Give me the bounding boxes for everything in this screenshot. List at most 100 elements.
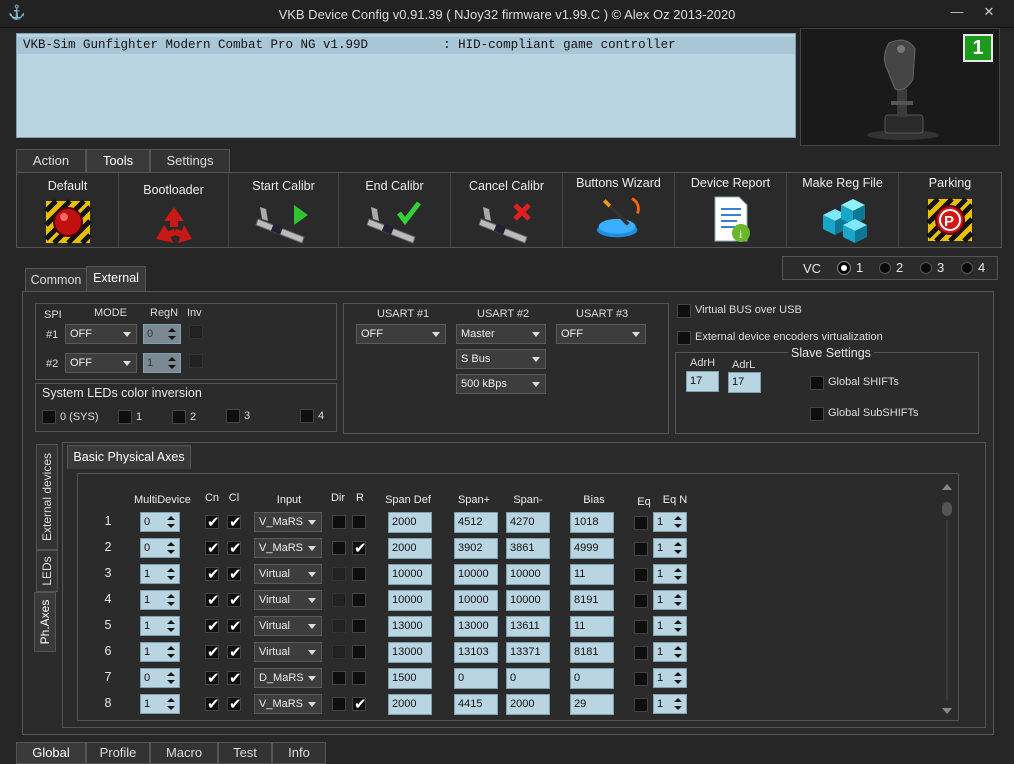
axis-multidevice-stepper[interactable]: 0 xyxy=(140,512,180,532)
spin-down-icon[interactable] xyxy=(168,365,176,369)
axis-multidevice-stepper[interactable]: 0 xyxy=(140,668,180,688)
tab-leds[interactable]: LEDs xyxy=(36,550,58,592)
spin-down-icon[interactable] xyxy=(674,602,682,606)
axis-span-minus-input[interactable]: 4270 xyxy=(506,512,550,533)
spin-down-icon[interactable] xyxy=(674,576,682,580)
axis-input-select[interactable]: V_MaRS xyxy=(254,694,322,714)
axis-span-plus-input[interactable]: 13103 xyxy=(454,642,498,663)
axis-eq-checkbox[interactable] xyxy=(634,594,648,608)
spin-down-icon[interactable] xyxy=(167,576,175,580)
axis-input-select[interactable]: V_MaRS xyxy=(254,538,322,558)
axis-cn-checkbox[interactable] xyxy=(205,539,220,557)
usart-3-select[interactable]: OFF xyxy=(556,324,646,344)
axis-cl-checkbox[interactable] xyxy=(227,513,242,531)
axis-input-select[interactable]: Virtual xyxy=(254,616,322,636)
spin-down-icon[interactable] xyxy=(167,628,175,632)
spin-up-icon[interactable] xyxy=(674,594,682,598)
axis-r-checkbox[interactable] xyxy=(352,619,366,633)
spin-up-icon[interactable] xyxy=(167,672,175,676)
axis-span-def-input[interactable]: 13000 xyxy=(388,642,432,663)
axis-input-select[interactable]: Virtual xyxy=(254,642,322,662)
adrl-input[interactable]: 17 xyxy=(728,372,761,393)
axis-eq-n-stepper[interactable]: 1 xyxy=(653,538,687,558)
axis-cl-checkbox[interactable] xyxy=(227,695,242,713)
tab-ph-axes[interactable]: Ph.Axes xyxy=(34,592,56,652)
axis-eq-n-stepper[interactable]: 1 xyxy=(653,616,687,636)
tab-external[interactable]: External xyxy=(86,266,146,291)
axis-cn-checkbox[interactable] xyxy=(205,617,220,635)
scroll-up-icon[interactable] xyxy=(942,484,952,490)
bootloader-button[interactable]: Bootloader xyxy=(119,173,229,247)
spin-down-icon[interactable] xyxy=(167,602,175,606)
minimize-button[interactable]: — xyxy=(942,2,972,24)
spin-up-icon[interactable] xyxy=(674,516,682,520)
axis-bias-input[interactable]: 4999 xyxy=(570,538,614,559)
axis-multidevice-stepper[interactable]: 1 xyxy=(140,642,180,662)
encoders-virtualization-checkbox[interactable] xyxy=(677,331,691,345)
axis-eq-n-stepper[interactable]: 1 xyxy=(653,668,687,688)
usart-2-select[interactable]: Master xyxy=(456,324,546,344)
axis-bias-input[interactable]: 11 xyxy=(570,616,614,637)
axis-bias-input[interactable]: 8181 xyxy=(570,642,614,663)
scroll-down-icon[interactable] xyxy=(942,708,952,714)
spin-up-icon[interactable] xyxy=(167,698,175,702)
axis-eq-checkbox[interactable] xyxy=(634,542,648,556)
usart-2-bus-select[interactable]: S Bus xyxy=(456,349,546,369)
tab-info[interactable]: Info xyxy=(272,742,326,764)
axis-dir-checkbox[interactable] xyxy=(332,619,346,633)
axis-span-minus-input[interactable]: 2000 xyxy=(506,694,550,715)
axis-span-plus-input[interactable]: 3902 xyxy=(454,538,498,559)
axis-eq-n-stepper[interactable]: 1 xyxy=(653,694,687,714)
tab-test[interactable]: Test xyxy=(218,742,272,764)
tab-settings[interactable]: Settings xyxy=(150,149,230,173)
axis-span-plus-input[interactable]: 10000 xyxy=(454,564,498,585)
spin-up-icon[interactable] xyxy=(168,357,176,361)
spin-down-icon[interactable] xyxy=(674,706,682,710)
tab-basic-physical-axes[interactable]: Basic Physical Axes xyxy=(67,445,191,469)
make-reg-file-button[interactable]: Make Reg File xyxy=(787,173,899,247)
spin-up-icon[interactable] xyxy=(674,620,682,624)
tab-external-devices[interactable]: External devices xyxy=(36,444,58,550)
spin-down-icon[interactable] xyxy=(167,680,175,684)
spin-up-icon[interactable] xyxy=(167,542,175,546)
spi-2-inv-checkbox[interactable] xyxy=(189,354,203,368)
spin-up-icon[interactable] xyxy=(167,594,175,598)
vc-radio-2[interactable] xyxy=(879,262,891,274)
axis-span-def-input[interactable]: 1500 xyxy=(388,668,432,689)
usart-2-baud-select[interactable]: 500 kBps xyxy=(456,374,546,394)
axis-r-checkbox[interactable] xyxy=(352,671,366,685)
vc-radio-4[interactable] xyxy=(961,262,973,274)
axis-eq-n-stepper[interactable]: 1 xyxy=(653,642,687,662)
spin-up-icon[interactable] xyxy=(674,698,682,702)
axis-bias-input[interactable]: 1018 xyxy=(570,512,614,533)
end-calibr-button[interactable]: End Calibr xyxy=(339,173,451,247)
axis-span-def-input[interactable]: 2000 xyxy=(388,538,432,559)
led-inv-4-checkbox[interactable] xyxy=(300,409,314,423)
tab-profile[interactable]: Profile xyxy=(86,742,150,764)
axis-span-minus-input[interactable]: 10000 xyxy=(506,590,550,611)
axis-multidevice-stepper[interactable]: 1 xyxy=(140,564,180,584)
axis-eq-checkbox[interactable] xyxy=(634,568,648,582)
spin-down-icon[interactable] xyxy=(167,550,175,554)
axis-span-def-input[interactable]: 2000 xyxy=(388,694,432,715)
start-calibr-button[interactable]: Start Calibr xyxy=(229,173,339,247)
axis-dir-checkbox[interactable] xyxy=(332,697,346,711)
axis-dir-checkbox[interactable] xyxy=(332,541,346,555)
led-inv-2-checkbox[interactable] xyxy=(172,410,186,424)
axis-r-checkbox[interactable] xyxy=(352,567,366,581)
axis-dir-checkbox[interactable] xyxy=(332,567,346,581)
axis-bias-input[interactable]: 0 xyxy=(570,668,614,689)
axis-bias-input[interactable]: 8191 xyxy=(570,590,614,611)
axis-cl-checkbox[interactable] xyxy=(227,617,242,635)
default-button[interactable]: Default xyxy=(17,173,119,247)
axis-span-plus-input[interactable]: 10000 xyxy=(454,590,498,611)
axis-span-minus-input[interactable]: 0 xyxy=(506,668,550,689)
spin-up-icon[interactable] xyxy=(167,620,175,624)
axis-cl-checkbox[interactable] xyxy=(227,539,242,557)
axis-cn-checkbox[interactable] xyxy=(205,513,220,531)
vc-radio-3[interactable] xyxy=(920,262,932,274)
cancel-calibr-button[interactable]: Cancel Calibr xyxy=(451,173,563,247)
axis-dir-checkbox[interactable] xyxy=(332,515,346,529)
led-inv-1-checkbox[interactable] xyxy=(118,410,132,424)
axis-eq-checkbox[interactable] xyxy=(634,646,648,660)
